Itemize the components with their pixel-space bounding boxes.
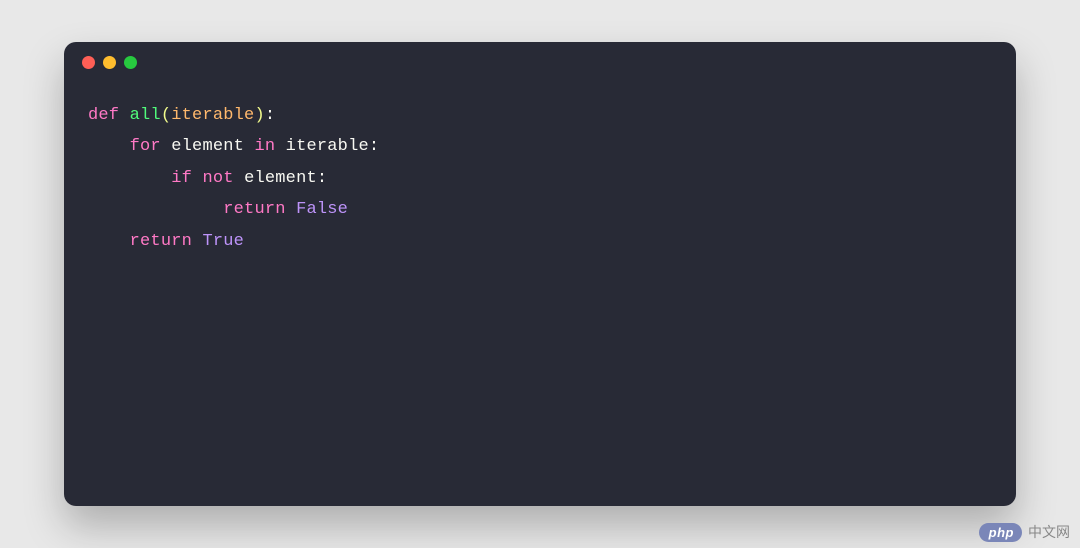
minimize-icon[interactable] (103, 56, 116, 69)
token-kw-ctrl: if (171, 169, 192, 188)
token-kw-def: def (88, 106, 119, 125)
token-kw-ret: return (223, 200, 285, 219)
token-ident: element (171, 137, 244, 156)
token-kw-ret: return (130, 232, 192, 251)
code-line: for element in iterable: (88, 137, 379, 156)
code-editor-window: def all(iterable): for element in iterab… (64, 42, 1016, 506)
token-colon: : (317, 169, 327, 188)
code-line: return True (88, 232, 244, 251)
code-line: return False (88, 200, 348, 219)
token-kw-not: not (202, 169, 233, 188)
close-icon[interactable] (82, 56, 95, 69)
token-kw-ctrl: for (130, 137, 161, 156)
token-ident: element (244, 169, 317, 188)
token-kw-in: in (254, 137, 275, 156)
php-badge: php (979, 523, 1022, 542)
token-colon: : (369, 137, 379, 156)
code-line: def all(iterable): (88, 106, 275, 125)
code-area: def all(iterable): for element in iterab… (64, 82, 1016, 275)
watermark: php 中文网 (979, 522, 1070, 542)
token-paren: ) (254, 106, 264, 125)
zoom-icon[interactable] (124, 56, 137, 69)
token-paren: ( (161, 106, 171, 125)
token-ident: iterable (286, 137, 369, 156)
code-line: if not element: (88, 169, 327, 188)
watermark-text: 中文网 (1028, 522, 1070, 542)
token-colon: : (265, 106, 275, 125)
token-param: iterable (171, 106, 254, 125)
token-const: True (202, 232, 244, 251)
token-const: False (296, 200, 348, 219)
code-content: def all(iterable): for element in iterab… (88, 100, 992, 257)
token-fn-name: all (130, 106, 161, 125)
window-titlebar (64, 42, 1016, 82)
